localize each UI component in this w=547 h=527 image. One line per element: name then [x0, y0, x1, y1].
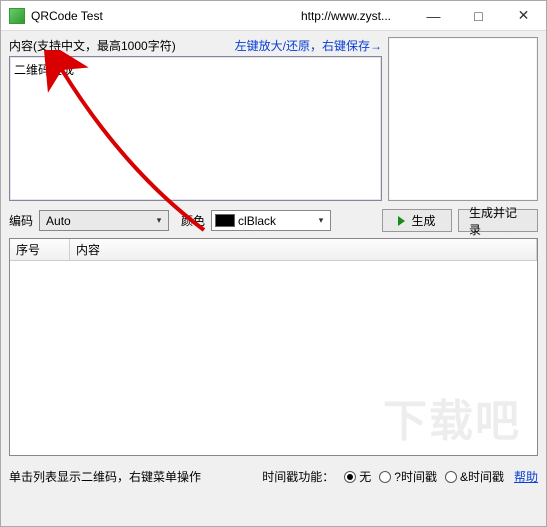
window-url: http://www.zyst... — [301, 9, 391, 23]
minimize-button[interactable]: — — [411, 1, 456, 30]
color-label: 颜色 — [181, 212, 205, 229]
generate-record-button[interactable]: 生成并记录 — [458, 209, 538, 232]
radio-icon — [445, 471, 457, 483]
radio-q-label: ?时间戳 — [394, 468, 437, 485]
preview-hint: 左键放大/还原，右键保存→ — [235, 37, 382, 54]
radio-none-label: 无 — [359, 468, 371, 485]
records-table[interactable]: 序号 内容 下载吧 — [9, 238, 538, 456]
generate-button[interactable]: 生成 — [382, 209, 452, 232]
encoding-value: Auto — [40, 214, 89, 228]
chevron-down-icon: ▾ — [152, 213, 166, 228]
radio-amp-label: &时间戳 — [460, 468, 504, 485]
col-content[interactable]: 内容 — [70, 239, 537, 260]
play-icon — [398, 216, 405, 226]
qr-preview-box[interactable] — [388, 37, 538, 201]
help-link[interactable]: 帮助 — [514, 468, 538, 485]
bottom-tip: 单击列表显示二维码，右键菜单操作 — [9, 468, 201, 485]
timestamp-label: 时间戳功能： — [262, 468, 334, 485]
radio-amp-timestamp[interactable]: &时间戳 — [445, 468, 504, 485]
color-value: clBlack — [238, 214, 294, 228]
color-combo[interactable]: clBlack ▾ — [211, 210, 331, 231]
encoding-label: 编码 — [9, 212, 33, 229]
color-swatch — [215, 214, 235, 227]
table-header: 序号 内容 — [10, 239, 537, 261]
encoding-combo[interactable]: Auto ▾ — [39, 210, 169, 231]
table-body[interactable] — [10, 261, 537, 455]
generate-record-label: 生成并记录 — [469, 204, 527, 238]
window-title: QRCode Test — [31, 9, 103, 23]
radio-q-timestamp[interactable]: ?时间戳 — [379, 468, 437, 485]
close-button[interactable]: ✕ — [501, 1, 546, 30]
radio-none[interactable]: 无 — [344, 468, 371, 485]
radio-icon — [379, 471, 391, 483]
chevron-down-icon: ▾ — [314, 213, 328, 228]
content-textarea[interactable] — [9, 56, 382, 201]
col-seq[interactable]: 序号 — [10, 239, 70, 260]
content-label: 内容(支持中文，最高1000字符) — [9, 37, 176, 54]
timestamp-radio-group: 无 ?时间戳 &时间戳 — [344, 468, 504, 485]
maximize-button[interactable]: □ — [456, 1, 501, 30]
generate-label: 生成 — [411, 212, 435, 229]
radio-icon — [344, 471, 356, 483]
app-icon — [9, 8, 25, 24]
titlebar: QRCode Test http://www.zyst... — □ ✕ — [1, 1, 546, 31]
